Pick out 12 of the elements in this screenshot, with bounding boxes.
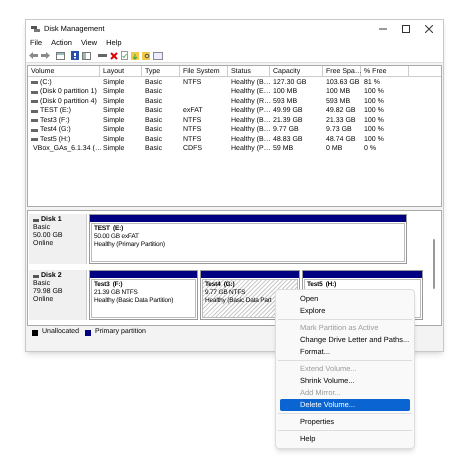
delete-x-icon[interactable] [110, 52, 118, 60]
document-check-icon[interactable] [121, 51, 128, 60]
forward-arrow-icon[interactable] [41, 52, 50, 59]
scrollbar-thumb[interactable] [433, 239, 435, 289]
window-icon[interactable] [153, 52, 163, 60]
back-arrow-icon[interactable] [29, 52, 38, 59]
panel-icon[interactable] [82, 52, 91, 60]
panel-icon[interactable] [56, 52, 65, 60]
close-icon[interactable] [425, 24, 433, 32]
disk-drives-icon [31, 24, 40, 32]
drive-icon[interactable] [98, 52, 107, 58]
maximize-icon[interactable] [402, 24, 410, 32]
